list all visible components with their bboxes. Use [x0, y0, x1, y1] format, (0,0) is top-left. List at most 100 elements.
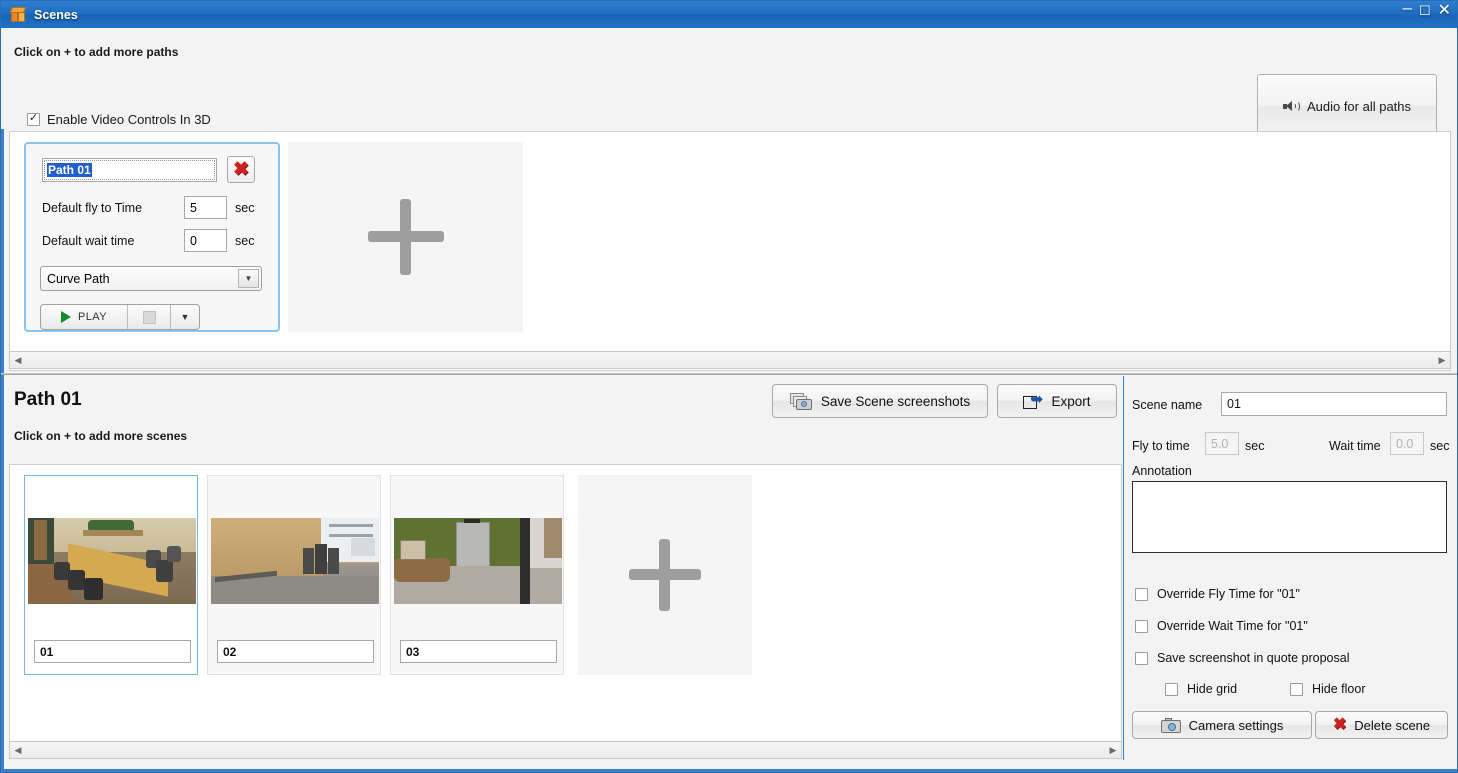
hide-grid-checkbox[interactable] [1165, 682, 1178, 696]
default-wait-time-input[interactable]: 0 [184, 229, 227, 252]
current-path-title: Path 01 [14, 389, 82, 410]
scene-thumbnail [211, 518, 379, 604]
override-wait-time-label: Override Wait Time for "01" [1157, 619, 1308, 633]
override-wait-time-row[interactable]: Override Wait Time for "01" [1135, 619, 1308, 633]
minimize-icon[interactable]: – [1402, 1, 1411, 16]
plus-icon [367, 199, 444, 275]
default-wait-time-row: Default wait time 0 sec [42, 229, 254, 252]
camera-settings-label: Camera settings [1188, 717, 1284, 733]
fly-to-time-field[interactable]: 5.0 [1205, 432, 1239, 455]
play-button[interactable]: PLAY [41, 305, 127, 329]
scroll-right-icon[interactable]: ▶ [1434, 355, 1450, 366]
scene-card[interactable]: 01 [24, 475, 198, 675]
default-fly-to-time-row: Default fly to Time 5 sec [42, 196, 254, 219]
plus-icon [629, 539, 701, 611]
header-band: Click on + to add more paths Enable Vide… [1, 28, 1457, 138]
paths-horizontal-scrollbar[interactable]: ◀ ▶ [9, 351, 1451, 369]
camera-settings-button[interactable]: Camera settings [1132, 711, 1312, 739]
wait-time-field[interactable]: 0.0 [1390, 432, 1424, 455]
default-wait-time-label: Default wait time [42, 233, 135, 248]
path-name-value: Path 01 [47, 162, 92, 177]
audio-button-label: Audio for all paths [1306, 98, 1412, 114]
delete-scene-label: Delete scene [1354, 717, 1431, 733]
add-scene-button[interactable] [578, 475, 752, 675]
scene-name-label: Scene name [1132, 398, 1203, 412]
scenes-panel: 01 02 03 [9, 464, 1122, 747]
override-fly-time-row[interactable]: Override Fly Time for "01" [1135, 587, 1300, 601]
maximize-icon[interactable]: ☐ [1419, 3, 1431, 18]
playback-dropdown-button[interactable]: ▼ [170, 305, 199, 329]
override-fly-time-checkbox[interactable] [1135, 587, 1148, 601]
hide-grid-row[interactable]: Hide grid [1165, 682, 1237, 696]
scene-properties-panel: Scene name 01 Fly to time 5.0 sec Wait t… [1127, 384, 1452, 747]
scenes-window: Scenes – ☐ ✕ Click on + to add more path… [0, 0, 1458, 773]
red-x-icon: ✖ [233, 159, 249, 180]
path-card[interactable]: Path 01 ✖ Default fly to Time 5 sec Defa… [24, 142, 280, 332]
default-fly-to-time-unit: sec [235, 200, 255, 215]
path-type-dropdown[interactable]: Curve Path ▼ [40, 266, 262, 291]
default-wait-time-unit: sec [235, 233, 255, 248]
save-screenshot-quote-checkbox[interactable] [1135, 651, 1148, 665]
play-triangle-icon [61, 311, 72, 323]
scene-card[interactable]: 03 [390, 475, 564, 675]
enable-video-controls-row[interactable]: Enable Video Controls In 3D [27, 112, 211, 127]
wait-time-label: Wait time [1329, 439, 1381, 453]
save-scene-screenshots-label: Save Scene screenshots [820, 393, 971, 409]
window-title: Scenes [34, 7, 78, 22]
paths-hint-text: Click on + to add more paths [14, 45, 179, 59]
delete-path-button[interactable]: ✖ [227, 156, 255, 183]
override-wait-time-checkbox[interactable] [1135, 619, 1148, 633]
save-screenshot-quote-row[interactable]: Save screenshot in quote proposal [1135, 651, 1350, 665]
title-bar: Scenes – ☐ ✕ [1, 1, 1457, 28]
close-icon[interactable]: ✕ [1438, 3, 1451, 19]
default-fly-to-time-label: Default fly to Time [42, 200, 143, 215]
stop-button[interactable] [127, 305, 170, 329]
paths-panel: Path 01 ✖ Default fly to Time 5 sec Defa… [9, 131, 1451, 371]
default-fly-to-time-input[interactable]: 5 [184, 196, 227, 219]
panel-divider [1123, 376, 1124, 760]
export-arrow-icon: ➥ [1023, 392, 1043, 410]
path-name-input[interactable]: Path 01 [42, 157, 217, 182]
fly-to-time-unit: sec [1245, 439, 1265, 453]
annotation-textarea[interactable] [1132, 481, 1447, 553]
wait-time-unit: sec [1430, 439, 1450, 453]
section-divider [1, 373, 1457, 375]
playback-controls: PLAY ▼ [40, 304, 200, 330]
camera-icon [1160, 717, 1181, 733]
save-screenshot-quote-label: Save screenshot in quote proposal [1157, 651, 1350, 665]
stop-square-icon [142, 310, 156, 324]
hide-grid-label: Hide grid [1187, 682, 1238, 696]
fly-to-time-label: Fly to time [1132, 439, 1190, 453]
scene-name-input[interactable]: 01 [34, 640, 191, 663]
enable-video-controls-label: Enable Video Controls In 3D [47, 112, 211, 127]
hide-floor-row[interactable]: Hide floor [1290, 682, 1366, 696]
scene-name-field[interactable]: 01 [1221, 392, 1447, 416]
export-button[interactable]: ➥ Export [997, 384, 1117, 418]
path-card-header: Path 01 ✖ [42, 156, 255, 183]
scenes-horizontal-scrollbar[interactable]: ◀ ▶ [9, 741, 1122, 759]
scroll-left-icon[interactable]: ◀ [10, 745, 26, 756]
camera-stack-icon [789, 392, 812, 410]
scroll-left-icon[interactable]: ◀ [10, 355, 26, 366]
scene-thumbnail [394, 518, 562, 604]
red-x-icon: ✖ [1332, 716, 1347, 733]
scene-card[interactable]: 02 [207, 475, 381, 675]
window-controls: – ☐ ✕ [1402, 1, 1451, 19]
scroll-right-icon[interactable]: ▶ [1105, 745, 1121, 756]
delete-scene-button[interactable]: ✖ Delete scene [1315, 711, 1448, 739]
add-path-button[interactable] [288, 142, 523, 332]
enable-video-controls-checkbox[interactable] [27, 113, 40, 126]
save-scene-screenshots-button[interactable]: Save Scene screenshots [772, 384, 988, 418]
orange-3d-box-icon [9, 6, 27, 24]
bottom-accent-bar [1, 769, 1457, 772]
audio-for-all-paths-button[interactable]: Audio for all paths [1257, 74, 1437, 138]
chevron-down-icon[interactable]: ▼ [238, 269, 259, 288]
scene-name-input[interactable]: 02 [217, 640, 374, 663]
path-type-value: Curve Path [47, 271, 110, 286]
scene-name-input[interactable]: 03 [400, 640, 557, 663]
scene-thumbnail [28, 518, 196, 604]
play-label: PLAY [78, 311, 107, 323]
hide-floor-checkbox[interactable] [1290, 682, 1303, 696]
export-label: Export [1051, 393, 1091, 409]
left-accent-bar [1, 28, 4, 772]
